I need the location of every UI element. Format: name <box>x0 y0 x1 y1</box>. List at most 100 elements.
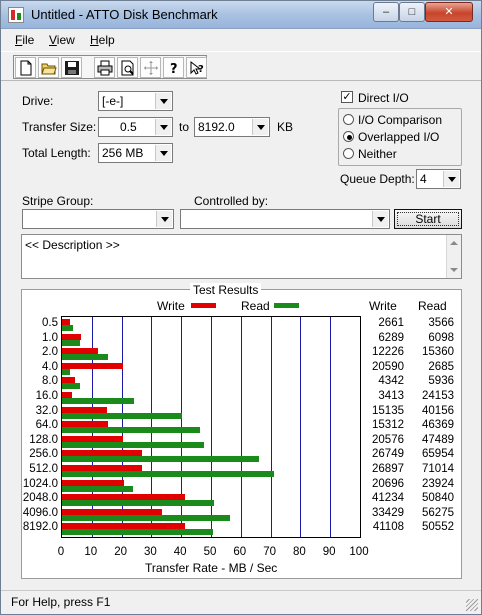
read-value: 46369 <box>422 419 454 432</box>
close-button[interactable]: ✕ <box>425 2 473 22</box>
resize-grip[interactable] <box>466 599 478 611</box>
menu-view[interactable]: View <box>49 33 75 47</box>
chevron-down-icon[interactable] <box>443 171 459 187</box>
read-value: 2685 <box>428 360 454 373</box>
io-comparison-label: I/O Comparison <box>358 113 443 127</box>
transfer-size-min-select[interactable]: 0.5 <box>98 117 173 137</box>
write-value: 41234 <box>372 492 404 505</box>
read-bar <box>62 354 108 361</box>
chevron-down-icon[interactable] <box>155 93 171 109</box>
read-value: 50840 <box>422 492 454 505</box>
total-length-label: Total Length: <box>22 146 91 160</box>
gridline <box>241 317 242 537</box>
read-bar <box>62 398 134 404</box>
read-bar <box>62 485 134 492</box>
chevron-down-icon[interactable] <box>372 211 388 227</box>
read-bar <box>62 427 201 434</box>
read-value: 47489 <box>422 433 454 446</box>
read-value: 5936 <box>428 375 454 388</box>
context-help-icon[interactable]: ? <box>186 57 207 78</box>
chevron-down-icon[interactable] <box>156 211 172 227</box>
io-comparison-radio[interactable] <box>343 114 354 125</box>
print-icon[interactable] <box>94 57 115 78</box>
controlled-by-select[interactable] <box>180 209 390 229</box>
write-bar <box>62 362 124 369</box>
status-text: For Help, press F1 <box>11 595 111 609</box>
y-tick-label: 8.0 <box>42 375 58 388</box>
scroll-up-icon[interactable] <box>450 241 458 245</box>
description-scrollbar[interactable] <box>446 235 461 278</box>
print-preview-icon[interactable] <box>117 57 138 78</box>
direct-io-checkbox[interactable]: ✓ <box>341 91 353 103</box>
move-icon[interactable] <box>140 57 161 78</box>
read-bar <box>62 441 204 448</box>
description-textarea[interactable]: << Description >> <box>21 234 462 279</box>
to-label: to <box>179 120 190 134</box>
neither-radio[interactable] <box>343 148 354 159</box>
read-legend-swatch <box>274 303 299 308</box>
read-value: 71014 <box>422 463 454 475</box>
read-column-header: Read <box>418 299 447 313</box>
write-legend-swatch <box>191 303 216 308</box>
transfer-size-label: Transfer Size: <box>22 120 97 134</box>
write-value: 2661 <box>378 317 404 329</box>
maximize-button[interactable]: □ <box>399 2 425 22</box>
gridline <box>330 317 331 537</box>
x-tick-label: 20 <box>114 546 127 558</box>
read-value: 3566 <box>428 317 454 329</box>
transfer-size-min-value: 0.5 <box>120 120 137 134</box>
description-text: << Description >> <box>25 238 120 252</box>
write-value: 20590 <box>372 360 404 373</box>
y-tick-label: 2048.0 <box>22 492 58 505</box>
write-value: 20696 <box>372 477 404 490</box>
menu-file[interactable]: File <box>15 33 34 47</box>
overlapped-io-radio[interactable] <box>343 131 354 142</box>
write-value: 41108 <box>372 521 404 534</box>
queue-depth-select[interactable]: 4 <box>416 169 461 189</box>
scroll-down-icon[interactable] <box>450 268 458 272</box>
minimize-button[interactable]: – <box>373 2 399 22</box>
app-icon[interactable] <box>8 7 24 23</box>
drive-value: [-e-] <box>102 94 124 108</box>
y-tick-label: 4.0 <box>42 360 58 373</box>
chevron-down-icon[interactable] <box>155 145 171 161</box>
write-value: 15135 <box>372 404 404 417</box>
x-tick-label: 50 <box>203 546 217 558</box>
title-bar[interactable]: Untitled - ATTO Disk Benchmark – □ ✕ <box>1 1 481 29</box>
open-folder-icon[interactable] <box>38 57 59 78</box>
read-bar <box>62 514 230 521</box>
new-document-icon[interactable] <box>15 57 36 78</box>
stripe-group-select[interactable] <box>22 209 174 229</box>
y-tick-label: 1.0 <box>42 331 58 344</box>
toolbar: ? ? <box>1 51 481 81</box>
read-bar <box>62 529 213 536</box>
x-tick-label: 40 <box>173 546 187 558</box>
menu-help[interactable]: Help <box>90 33 115 47</box>
save-icon[interactable] <box>61 57 82 78</box>
menu-bar: File View Help <box>1 30 481 50</box>
chevron-down-icon[interactable] <box>155 119 171 135</box>
chart-plot-area <box>61 316 361 538</box>
write-column-header: Write <box>369 299 397 313</box>
read-value: 6098 <box>428 331 454 344</box>
drive-select[interactable]: [-e-] <box>98 91 173 111</box>
x-tick-label: 0 <box>57 546 65 558</box>
help-icon[interactable]: ? <box>163 57 184 78</box>
x-tick-label: 80 <box>292 546 306 558</box>
x-tick-label: 60 <box>233 546 247 558</box>
total-length-select[interactable]: 256 MB <box>98 143 173 163</box>
write-value: 4342 <box>378 375 404 388</box>
transfer-size-max-select[interactable]: 8192.0 <box>194 117 270 137</box>
read-bar <box>62 456 259 463</box>
chevron-down-icon[interactable] <box>252 119 268 135</box>
start-button[interactable]: Start <box>394 209 462 229</box>
y-tick-label: 256.0 <box>29 448 58 461</box>
queue-depth-value: 4 <box>420 172 427 186</box>
read-bar <box>62 500 214 507</box>
overlapped-io-label: Overlapped I/O <box>358 130 440 144</box>
read-bar <box>62 368 70 375</box>
write-value: 26897 <box>372 463 404 475</box>
window-title: Untitled - ATTO Disk Benchmark <box>31 7 218 22</box>
write-value: 12226 <box>372 346 404 359</box>
read-bar <box>62 383 80 390</box>
